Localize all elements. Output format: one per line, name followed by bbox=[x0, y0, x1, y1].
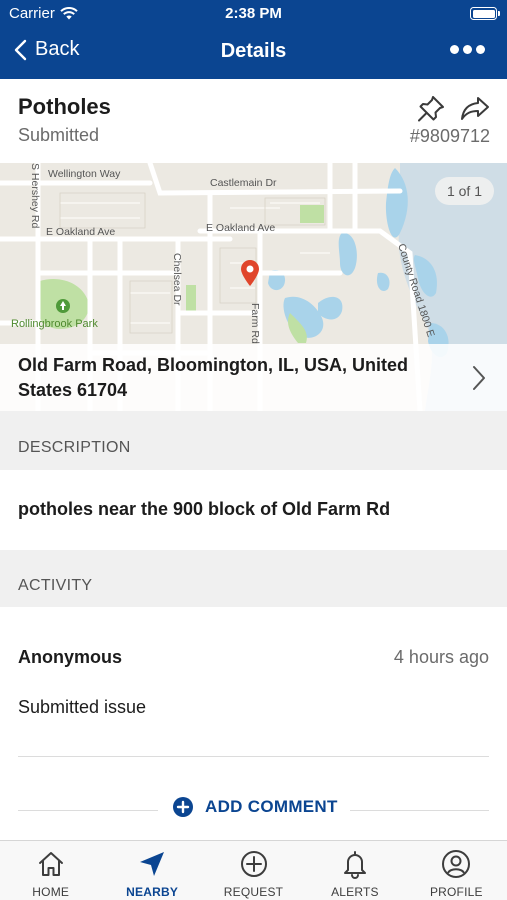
description-text: potholes near the 900 block of Old Farm … bbox=[18, 499, 391, 519]
activity-list: Anonymous 4 hours ago Submitted issue AD… bbox=[0, 607, 507, 840]
more-dot-icon bbox=[476, 45, 485, 54]
tab-nearby[interactable]: NEARBY bbox=[101, 841, 202, 900]
map-label-wellington: Wellington Way bbox=[48, 168, 121, 180]
issue-status: Submitted bbox=[18, 125, 100, 145]
issue-address: Old Farm Road, Bloomington, IL, USA, Uni… bbox=[18, 355, 408, 400]
activity-text: Submitted issue bbox=[18, 697, 147, 717]
back-button[interactable]: Back bbox=[14, 38, 79, 61]
address-row[interactable]: Old Farm Road, Bloomington, IL, USA, Uni… bbox=[0, 344, 507, 411]
tab-nearby-label: NEARBY bbox=[126, 885, 179, 899]
chevron-left-icon bbox=[14, 39, 27, 60]
add-comment-row: ADD COMMENT bbox=[0, 797, 507, 827]
description-header: DESCRIPTION bbox=[0, 411, 507, 470]
home-icon bbox=[38, 852, 63, 876]
alerts-icon bbox=[343, 851, 366, 879]
map-label-chelsea: Chelsea Dr bbox=[171, 253, 183, 306]
more-dot-icon bbox=[463, 45, 472, 54]
request-icon bbox=[240, 851, 267, 877]
activity-divider bbox=[18, 756, 489, 757]
status-bar: Carrier 2:38 PM bbox=[0, 0, 507, 28]
issue-number: #9809712 bbox=[409, 126, 490, 146]
add-comment-label: ADD COMMENT bbox=[205, 797, 338, 816]
chevron-right-icon bbox=[473, 366, 485, 390]
tab-profile[interactable]: PROFILE bbox=[406, 841, 507, 900]
tab-request-label: REQUEST bbox=[223, 885, 284, 899]
map-label-castlemain: Castlemain Dr bbox=[210, 177, 277, 189]
tab-profile-label: PROFILE bbox=[429, 885, 483, 899]
issue-header: Potholes Submitted #9809712 bbox=[0, 79, 507, 163]
divider-right bbox=[350, 810, 489, 811]
pin-icon[interactable] bbox=[416, 95, 446, 123]
description-header-label: DESCRIPTION bbox=[18, 439, 131, 456]
more-dot-icon bbox=[450, 45, 459, 54]
issue-actions bbox=[416, 95, 490, 123]
description-body: potholes near the 900 block of Old Farm … bbox=[0, 470, 507, 550]
activity-author: Anonymous bbox=[18, 647, 123, 667]
top-bar: Carrier 2:38 PM Back Details bbox=[0, 0, 507, 79]
add-comment-button[interactable]: ADD COMMENT bbox=[173, 797, 338, 817]
tab-home-label: HOME bbox=[32, 885, 70, 899]
map-label-e-oakland-east: E Oakland Ave bbox=[206, 222, 275, 234]
profile-icon bbox=[442, 850, 471, 878]
location-map[interactable]: Wellington Way Castlemain Dr E Oakland A… bbox=[0, 163, 507, 411]
map-result-count: 1 of 1 bbox=[434, 177, 494, 205]
navigation-bar: Back Details bbox=[0, 28, 507, 79]
more-options-button[interactable] bbox=[450, 45, 485, 54]
tab-bar: HOME NEARBY REQUEST ALERTS PROFILE bbox=[0, 840, 507, 900]
tab-alerts-label: ALERTS bbox=[331, 885, 379, 899]
add-circle-icon bbox=[173, 797, 193, 817]
map-label-park: Rollingbrook Park bbox=[11, 318, 98, 330]
map-label-e-oakland-west: E Oakland Ave bbox=[46, 226, 115, 238]
activity-header-label: ACTIVITY bbox=[18, 577, 93, 594]
status-time: 2:38 PM bbox=[225, 5, 282, 22]
tab-home[interactable]: HOME bbox=[0, 841, 101, 900]
tab-request[interactable]: REQUEST bbox=[203, 841, 304, 900]
battery-icon bbox=[470, 7, 500, 20]
nearby-icon bbox=[140, 852, 165, 876]
activity-time: 4 hours ago bbox=[393, 647, 489, 667]
share-icon[interactable] bbox=[460, 95, 490, 123]
issue-title: Potholes bbox=[18, 94, 111, 119]
divider-left bbox=[18, 810, 158, 811]
map-label-hershey: S Hershey Rd bbox=[29, 163, 41, 229]
back-label: Back bbox=[35, 38, 80, 60]
tab-alerts[interactable]: ALERTS bbox=[304, 841, 405, 900]
map-label-farm: Farm Rd bbox=[249, 303, 261, 344]
location-pin-icon bbox=[241, 260, 259, 286]
activity-header: ACTIVITY bbox=[0, 550, 507, 607]
